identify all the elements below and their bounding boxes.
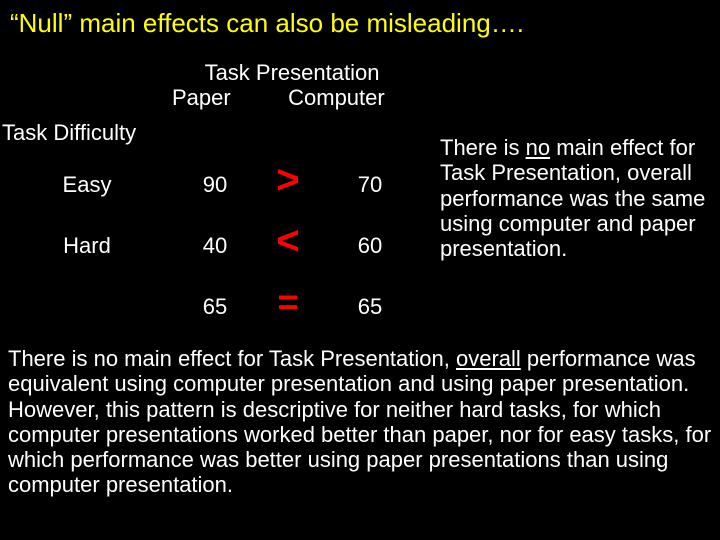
col-header-computer: Computer [288,85,385,110]
side-text-pre: There is [440,135,526,160]
operator-hard: < [258,221,318,261]
side-text-no: no [526,135,550,160]
row-header-easy: Easy [2,172,172,198]
cell-computer-marginal: 65 [330,294,410,320]
column-header-row: Paper Computer [172,85,412,110]
col-header-paper: Paper [172,85,282,110]
cell-computer-easy: 70 [330,172,410,198]
slide: “Null” main effects can also be misleadi… [0,0,720,540]
factor-difficulty-label: Task Difficulty [2,120,172,146]
side-explanation: There is no main effect for Task Present… [440,135,710,261]
cell-paper-hard: 40 [175,233,255,259]
cell-computer-hard: 60 [330,233,410,259]
bottom-text-overall: overall [456,346,521,371]
operator-easy: > [258,160,318,200]
slide-title: “Null” main effects can also be misleadi… [10,8,524,39]
cell-paper-easy: 90 [175,172,255,198]
cell-paper-marginal: 65 [175,294,255,320]
column-headers: Task Presentation Paper Computer [172,60,412,111]
factor-presentation-label: Task Presentation [172,60,412,85]
bottom-explanation: There is no main effect for Task Present… [8,346,712,498]
row-header-hard: Hard [2,233,172,259]
bottom-text-pre: There is no main effect for Task Present… [8,346,456,371]
operator-marginal: = [258,284,318,320]
